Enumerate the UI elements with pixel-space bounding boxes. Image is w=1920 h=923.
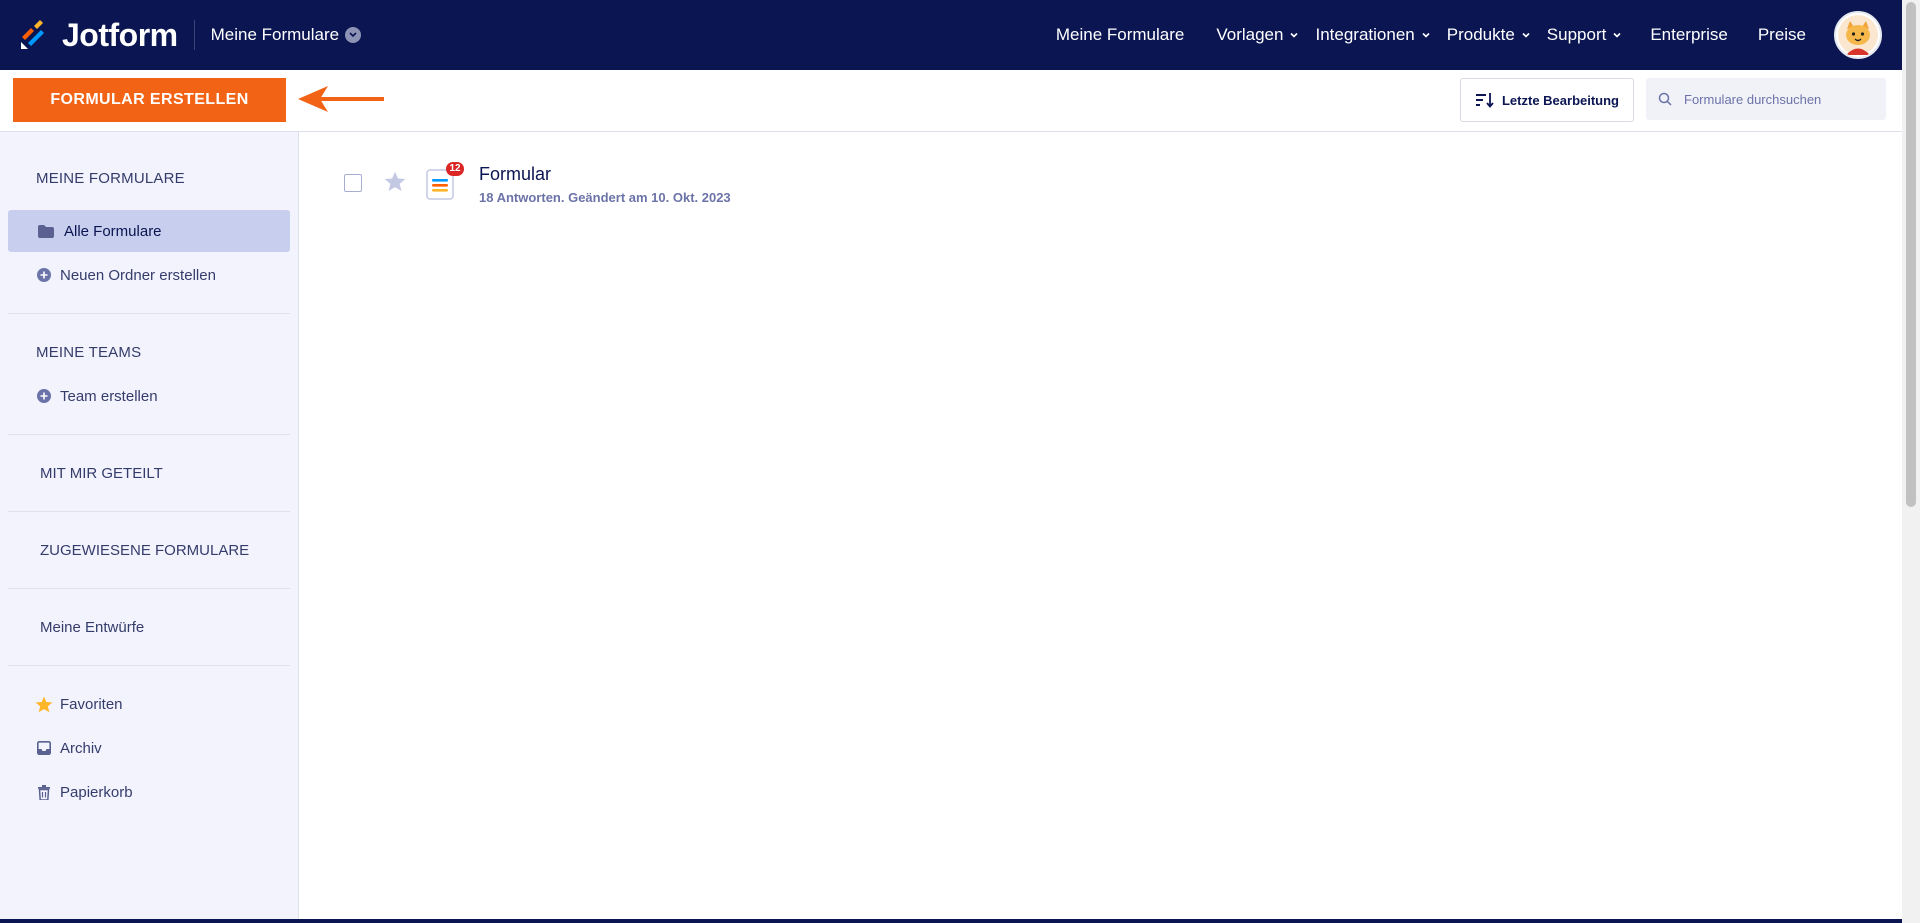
sidebar-item-neuen-ordner[interactable]: Neuen Ordner erstellen — [8, 254, 290, 296]
sidebar-item-mit-mir-geteilt[interactable]: MIT MIR GETEILT — [8, 452, 290, 494]
form-title[interactable]: Formular — [479, 164, 551, 185]
nav-label: Preise — [1757, 25, 1806, 44]
sort-button[interactable]: Letzte Bearbeitung — [1460, 78, 1634, 122]
nav-item-preise[interactable]: Preise — [1758, 25, 1806, 45]
trash-icon — [34, 784, 54, 800]
chevron-down-icon — [345, 27, 362, 43]
nav-item-meine-formulare[interactable]: Meine Formulare — [1056, 25, 1185, 45]
sidebar-item-meine-entwuerfe[interactable]: Meine Entwürfe — [8, 606, 290, 648]
header-divider — [193, 20, 195, 50]
user-avatar-icon — [1838, 15, 1878, 55]
sidebar-item-label: Meine Entwürfe — [40, 618, 145, 636]
chevron-down-icon — [1422, 32, 1430, 38]
logo-text: Jotform — [62, 16, 178, 53]
scrollbar-thumb[interactable] — [1906, 2, 1916, 507]
nav-label: Meine Formulare — [1055, 25, 1185, 44]
form-list-item[interactable]: 12 Formular 18 Antworten. Geändert am 10… — [340, 162, 1340, 212]
sidebar-item-zugewiesene-formulare[interactable]: ZUGEWIESENE FORMULARE — [8, 529, 290, 571]
nav-label: Produkte — [1446, 25, 1515, 44]
sidebar-item-label: Favoriten — [60, 695, 123, 713]
sidebar-divider — [8, 665, 290, 666]
nav-label: Support — [1546, 25, 1607, 44]
nav-item-produkte[interactable]: Produkte — [1447, 25, 1531, 45]
sidebar-item-label: Papierkorb — [60, 783, 133, 801]
sidebar-divider — [8, 313, 290, 314]
arrow-left-icon — [298, 86, 384, 112]
sidebar-divider — [8, 434, 290, 435]
sidebar-item-label: MIT MIR GETEILT — [40, 464, 163, 482]
sort-label: Letzte Bearbeitung — [1501, 92, 1619, 108]
forms-toolbar: FORMULAR ERSTELLEN Letzte Bearbeitung — [0, 70, 1902, 132]
plus-circle-icon — [34, 268, 54, 282]
nav-label: Enterprise — [1650, 25, 1728, 44]
form-meta: 18 Antworten. Geändert am 10. Okt. 2023 — [479, 190, 731, 205]
nav-item-support[interactable]: Support — [1547, 25, 1623, 45]
sidebar-item-papierkorb[interactable]: Papierkorb — [8, 771, 290, 813]
plus-circle-icon — [34, 389, 54, 403]
sidebar-divider — [8, 588, 290, 589]
nav-item-enterprise[interactable]: Enterprise — [1650, 25, 1727, 45]
sidebar-item-label: Alle Formulare — [64, 222, 162, 240]
sort-icon — [1475, 93, 1494, 108]
bottom-strip — [0, 919, 1902, 923]
nav-label: Integrationen — [1315, 25, 1415, 44]
search-box[interactable] — [1646, 78, 1886, 120]
nav-item-vorlagen[interactable]: Vorlagen — [1216, 25, 1299, 45]
search-icon — [1658, 92, 1672, 106]
chevron-down-icon — [1522, 32, 1530, 38]
section-title-meine-teams: MEINE TEAMS — [36, 344, 142, 361]
sidebar-item-label: ZUGEWIESENE FORMULARE — [40, 541, 250, 559]
create-form-button[interactable]: FORMULAR ERSTELLEN — [13, 78, 286, 122]
nav-label: Vorlagen — [1216, 25, 1284, 44]
star-icon[interactable] — [384, 171, 406, 192]
sidebar: MEINE FORMULARE Alle Formulare Neuen Ord… — [0, 132, 299, 923]
sidebar-item-label: Archiv — [60, 739, 102, 757]
user-avatar[interactable] — [1834, 11, 1882, 59]
workspace-switcher-label: Meine Formulare — [210, 25, 340, 44]
jotform-logo-icon — [21, 20, 44, 49]
sidebar-item-alle-formulare[interactable]: Alle Formulare — [8, 210, 290, 252]
sidebar-item-favoriten[interactable]: Favoriten — [8, 683, 290, 725]
unread-count-badge: 12 — [446, 162, 464, 176]
workspace-switcher[interactable]: Meine Formulare — [211, 25, 362, 45]
star-icon — [34, 696, 54, 713]
top-navigation-bar: Jotform Meine Formulare Meine Formulare … — [0, 0, 1902, 70]
section-title-meine-formulare: MEINE FORMULARE — [36, 170, 185, 187]
sidebar-item-label: Neuen Ordner erstellen — [60, 266, 216, 284]
select-checkbox[interactable] — [344, 174, 362, 192]
chevron-down-icon — [1613, 32, 1621, 38]
nav-item-integrationen[interactable]: Integrationen — [1315, 25, 1430, 45]
scrollbar[interactable] — [1902, 0, 1920, 923]
main-nav: Meine Formulare Vorlagen Integrationen P… — [1056, 0, 1902, 70]
sidebar-item-label: Team erstellen — [60, 387, 158, 405]
jotform-logo[interactable]: Jotform — [19, 17, 178, 54]
search-input[interactable] — [1682, 90, 1876, 108]
sidebar-divider — [8, 511, 290, 512]
folder-icon — [36, 224, 56, 238]
sidebar-item-archiv[interactable]: Archiv — [8, 727, 290, 769]
archive-icon — [34, 741, 54, 755]
sidebar-item-team-erstellen[interactable]: Team erstellen — [8, 375, 290, 417]
chevron-down-icon — [1290, 32, 1299, 38]
